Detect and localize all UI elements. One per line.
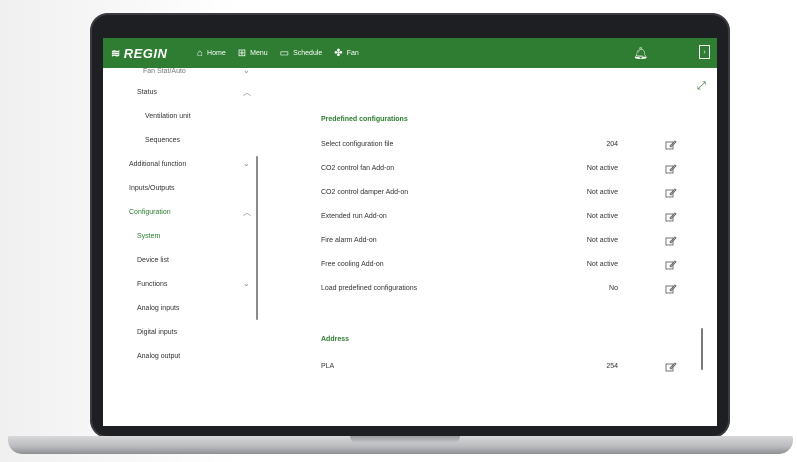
section-title-address: Address (321, 336, 350, 343)
sidebar-item-device-list[interactable]: Device list (137, 257, 169, 264)
row-label: Load predefined configurations (321, 285, 418, 292)
row-value: 254 (606, 363, 618, 370)
row-value: Not active (586, 237, 618, 244)
edit-icon[interactable] (665, 284, 677, 294)
sidebar-item-configuration[interactable]: Configuration (129, 209, 171, 216)
nav-fan-label: Fan (346, 49, 359, 57)
sidebar-item-additional-function[interactable]: Additional function (129, 161, 186, 168)
brand-name: REGIN (123, 45, 168, 61)
nav-home-label: Home (207, 49, 226, 57)
row-value: No (609, 285, 618, 292)
row-value: Not active (586, 261, 618, 268)
sidebar-item-status[interactable]: Status (137, 89, 157, 96)
edit-icon[interactable] (665, 164, 677, 174)
row-label: CO2 control fan Add-on (321, 165, 395, 172)
edit-icon[interactable] (665, 362, 677, 372)
chevron-up-icon[interactable]: ︿ (243, 207, 251, 218)
expand-icon[interactable]: ⤢ (697, 80, 706, 93)
edit-icon[interactable] (665, 260, 677, 270)
logout-icon[interactable]: › (699, 45, 710, 59)
nav-schedule-label: Schedule (293, 49, 323, 57)
nav-schedule[interactable]: ▭ Schedule (280, 48, 323, 59)
chevron-up-icon[interactable]: ︿ (243, 87, 251, 98)
home-icon: ⌂ (197, 47, 204, 59)
bell-icon[interactable]: 🔔︎ (633, 46, 648, 60)
sidebar-item-functions[interactable]: Functions (137, 281, 167, 288)
sidebar-scrollbar[interactable] (256, 156, 258, 320)
sidebar-item-system[interactable]: System (137, 233, 160, 240)
app-screen: ≋ REGIN ⌂ Home ⊞ Menu ▭ Schedule ✤ Fan 🔔… (103, 38, 717, 426)
edit-icon[interactable] (665, 188, 677, 198)
section-title-predefined: Predefined configurations (321, 116, 408, 123)
row-label: Extended run Add-on (321, 213, 387, 220)
edit-icon[interactable] (665, 140, 677, 150)
row-label: Select configuration file (321, 141, 394, 148)
brand-logo[interactable]: ≋ REGIN (111, 46, 197, 61)
sidebar-item-fan-stat-auto[interactable]: Fan Stat/Auto (143, 68, 186, 75)
nav-home[interactable]: ⌂ Home (197, 48, 226, 59)
nav-menu[interactable]: ⊞ Menu (238, 48, 268, 59)
sidebar-item-inputs-outputs[interactable]: Inputs/Outputs (129, 185, 175, 192)
row-value: Not active (586, 189, 618, 196)
row-label: Fire alarm Add-on (321, 237, 377, 244)
top-bar: ≋ REGIN ⌂ Home ⊞ Menu ▭ Schedule ✤ Fan 🔔… (103, 38, 717, 68)
edit-icon[interactable] (665, 236, 677, 246)
grid-icon: ⊞ (237, 47, 247, 59)
main-scrollbar[interactable] (701, 328, 703, 370)
sidebar-item-ventilation-unit[interactable]: Ventilation unit (145, 113, 191, 120)
nav-menu-label: Menu (250, 49, 268, 57)
sidebar-item-sequences[interactable]: Sequences (145, 137, 180, 144)
sidebar-item-digital-inputs[interactable]: Digital inputs (137, 329, 177, 336)
fan-icon: ✤ (334, 47, 343, 59)
chevron-down-icon[interactable]: ⌄ (243, 279, 250, 288)
edit-icon[interactable] (665, 212, 677, 222)
nav-fan[interactable]: ✤ Fan (334, 48, 358, 59)
sidebar-item-analog-output[interactable]: Analog output (137, 353, 180, 360)
row-label: Free cooling Add-on (321, 261, 384, 268)
laptop-notch (350, 436, 460, 443)
logo-mark-icon: ≋ (111, 47, 121, 60)
row-value: Not active (586, 213, 618, 220)
chevron-down-icon[interactable]: ⌄ (243, 68, 250, 75)
row-value: Not active (586, 165, 618, 172)
row-value: 204 (606, 141, 618, 148)
chevron-down-icon[interactable]: ⌄ (243, 159, 250, 168)
row-label: PLA (321, 363, 335, 370)
row-label: CO2 control damper Add-on (321, 189, 409, 196)
calendar-icon: ▭ (279, 47, 290, 59)
sidebar-item-analog-inputs[interactable]: Analog inputs (137, 305, 179, 312)
sidebar: Fan Stat/Auto ⌄ Status ︿ Ventilation uni… (103, 68, 263, 426)
